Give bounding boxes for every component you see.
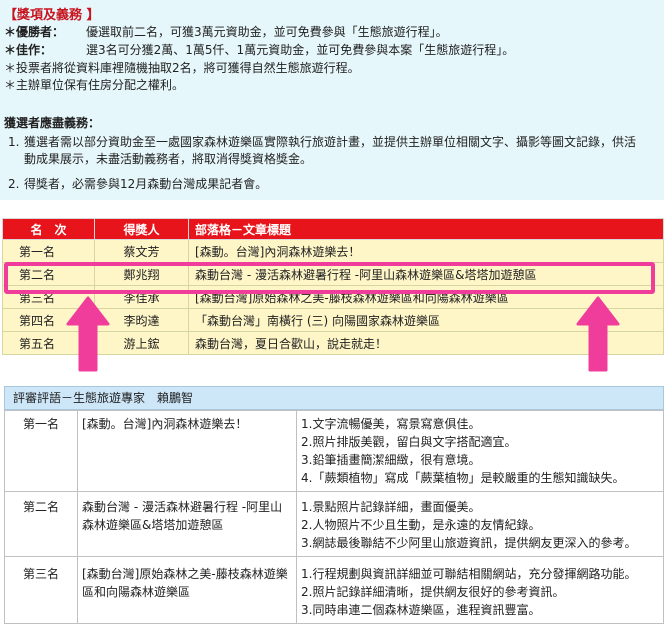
comments-cell: 1.景點照片記錄詳細，畫面優美。 2.人物照片不少且生動，是永遠的友情紀錄。 3… — [296, 491, 664, 557]
duty-text: 獲選者需以部分資助金至一處國家森林遊樂區實際執行旅遊計畫，並提供主辦單位相關文字… — [24, 135, 637, 166]
winner-name: 蔡文芳 — [94, 239, 189, 263]
comment-line: 1.文字流暢優美，寫景寫意俱佳。 — [301, 417, 481, 431]
housing-note: ＊主辦單位保有住房分配之權利。 — [4, 78, 185, 92]
merit-label: ＊佳作： — [4, 43, 53, 57]
voter-note: ＊投票者將從資料庫裡隨機抽取2名，將可獲得自然生態旅遊行程。 — [4, 61, 360, 75]
awards-title: 【獎項及義務 】 — [4, 8, 100, 23]
review-table: 第一名 [森動。台灣]內洞森林遊樂去！ 1.文字流暢優美，寫景寫意俱佳。 2.照… — [4, 410, 664, 624]
table-row: 第二名 鄭兆翔 森動台灣 - 漫活森林避暑行程 -阿里山森林遊樂區&塔塔加遊憩區 — [2, 262, 664, 286]
duties-title: 獲選者應盡義務： — [4, 116, 101, 130]
rank-cell: 第一名 — [4, 410, 78, 492]
merit-text: 選3名可分獲2萬、1萬5仟、1萬元資助金，並可免費參與本案「生態旅遊行程」。 — [86, 43, 515, 57]
comment-line: 2.照片記錄詳細清晰，提供網友很好的參考資訊。 — [301, 585, 565, 599]
winner-name: 鄭兆翔 — [94, 262, 189, 286]
review-header: 評審評語－生態旅遊專家 賴鵬智 — [4, 386, 664, 410]
winners-header-row: 名 次 得獎人 部落格－文章標題 — [2, 218, 664, 240]
comment-line: 1.景點照片記錄詳細，畫面優美。 — [301, 500, 481, 514]
article-title: [森動。台灣]內洞森林遊樂去！ — [77, 410, 297, 492]
duty-item: 2. 得獎者，必需參與12月森動台灣成果記者會。 — [8, 176, 640, 193]
excellent-text: 優選取前二名，可獲3萬元資助金，並可免費參與「生態旅遊行程」。 — [86, 25, 448, 39]
comment-line: 2.照片排版美觀，留白與文字搭配適宜。 — [301, 435, 517, 449]
duty-item: 1. 獲選者需以部分資助金至一處國家森林遊樂區實際執行旅遊計畫，並提供主辦單位相關… — [8, 134, 640, 168]
comment-line: 3.鉛筆插畫簡潔細緻，很有意境。 — [301, 453, 481, 467]
review-section: 評審評語－生態旅遊專家 賴鵬智 第一名 [森動。台灣]內洞森林遊樂去！ 1.文字… — [4, 386, 664, 624]
table-row: 第三名 [森動台灣]原始森林之美-藤枝森林遊樂區和向陽森林遊樂區 1.行程規劃與… — [4, 556, 664, 624]
header-article-title: 部落格－文章標題 — [188, 218, 664, 240]
awards-panel: 【獎項及義務 】 ＊優勝者： 優選取前二名，可獲3萬元資助金，並可免費參與「生態旅… — [0, 0, 664, 200]
table-row: 第一名 [森動。台灣]內洞森林遊樂去！ 1.文字流暢優美，寫景寫意俱佳。 2.照… — [4, 410, 664, 492]
comments-cell: 1.文字流暢優美，寫景寫意俱佳。 2.照片排版美觀，留白與文字搭配適宜。 3.鉛… — [296, 410, 664, 492]
article-link[interactable]: [森動。台灣]內洞森林遊樂去！ — [188, 239, 664, 263]
arrow-up-icon — [576, 296, 620, 372]
comment-line: 3.網誌最後聯結不少阿里山旅遊資訊，提供網友更深入的參考。 — [301, 536, 637, 550]
comment-line: 1.行程規劃與資訊詳細並可聯結相關網站，充分發揮網路功能。 — [301, 567, 637, 581]
rank-cell: 第二名 — [4, 491, 78, 557]
comment-line: 4.「蕨類植物」寫成「蕨葉植物」是較嚴重的生態知識缺失。 — [301, 471, 625, 485]
comment-line: 3.同時串連二個森林遊樂區，進程資訊豐富。 — [301, 603, 541, 617]
excellent-label: ＊優勝者： — [4, 25, 65, 39]
rank-cell: 第三名 — [4, 556, 78, 624]
comments-cell: 1.行程規劃與資訊詳細並可聯結相關網站，充分發揮網路功能。 2.照片記錄詳細清晰… — [296, 556, 664, 624]
duty-num: 1. — [8, 135, 20, 149]
merit-line: ＊佳作： 選3名可分獲2萬、1萬5仟、1萬元資助金，並可免費參與本案「生態旅遊行程… — [4, 42, 514, 58]
duty-num: 2. — [8, 177, 20, 191]
header-rank: 名 次 — [2, 218, 95, 240]
article-link[interactable]: 森動台灣 - 漫活森林避暑行程 -阿里山森林遊樂區&塔塔加遊憩區 — [188, 262, 664, 286]
excellent-line: ＊優勝者： 優選取前二名，可獲3萬元資助金，並可免費參與「生態旅遊行程」。 — [4, 24, 448, 40]
arrow-up-icon — [66, 296, 110, 372]
table-row: 第二名 森動台灣 - 漫活森林避暑行程 -阿里山森林遊樂區&塔塔加遊憩區 1.景… — [4, 491, 664, 557]
rank-cell: 第二名 — [2, 262, 95, 286]
header-winner: 得獎人 — [94, 218, 189, 240]
rank-cell: 第一名 — [2, 239, 95, 263]
article-title: [森動台灣]原始森林之美-藤枝森林遊樂區和向陽森林遊樂區 — [77, 556, 297, 624]
duty-text: 得獎者，必需參與12月森動台灣成果記者會。 — [24, 177, 268, 191]
table-row: 第一名 蔡文芳 [森動。台灣]內洞森林遊樂去！ — [2, 239, 664, 263]
article-title: 森動台灣 - 漫活森林避暑行程 -阿里山森林遊樂區&塔塔加遊憩區 — [77, 491, 297, 557]
comment-line: 2.人物照片不少且生動，是永遠的友情紀錄。 — [301, 518, 541, 532]
